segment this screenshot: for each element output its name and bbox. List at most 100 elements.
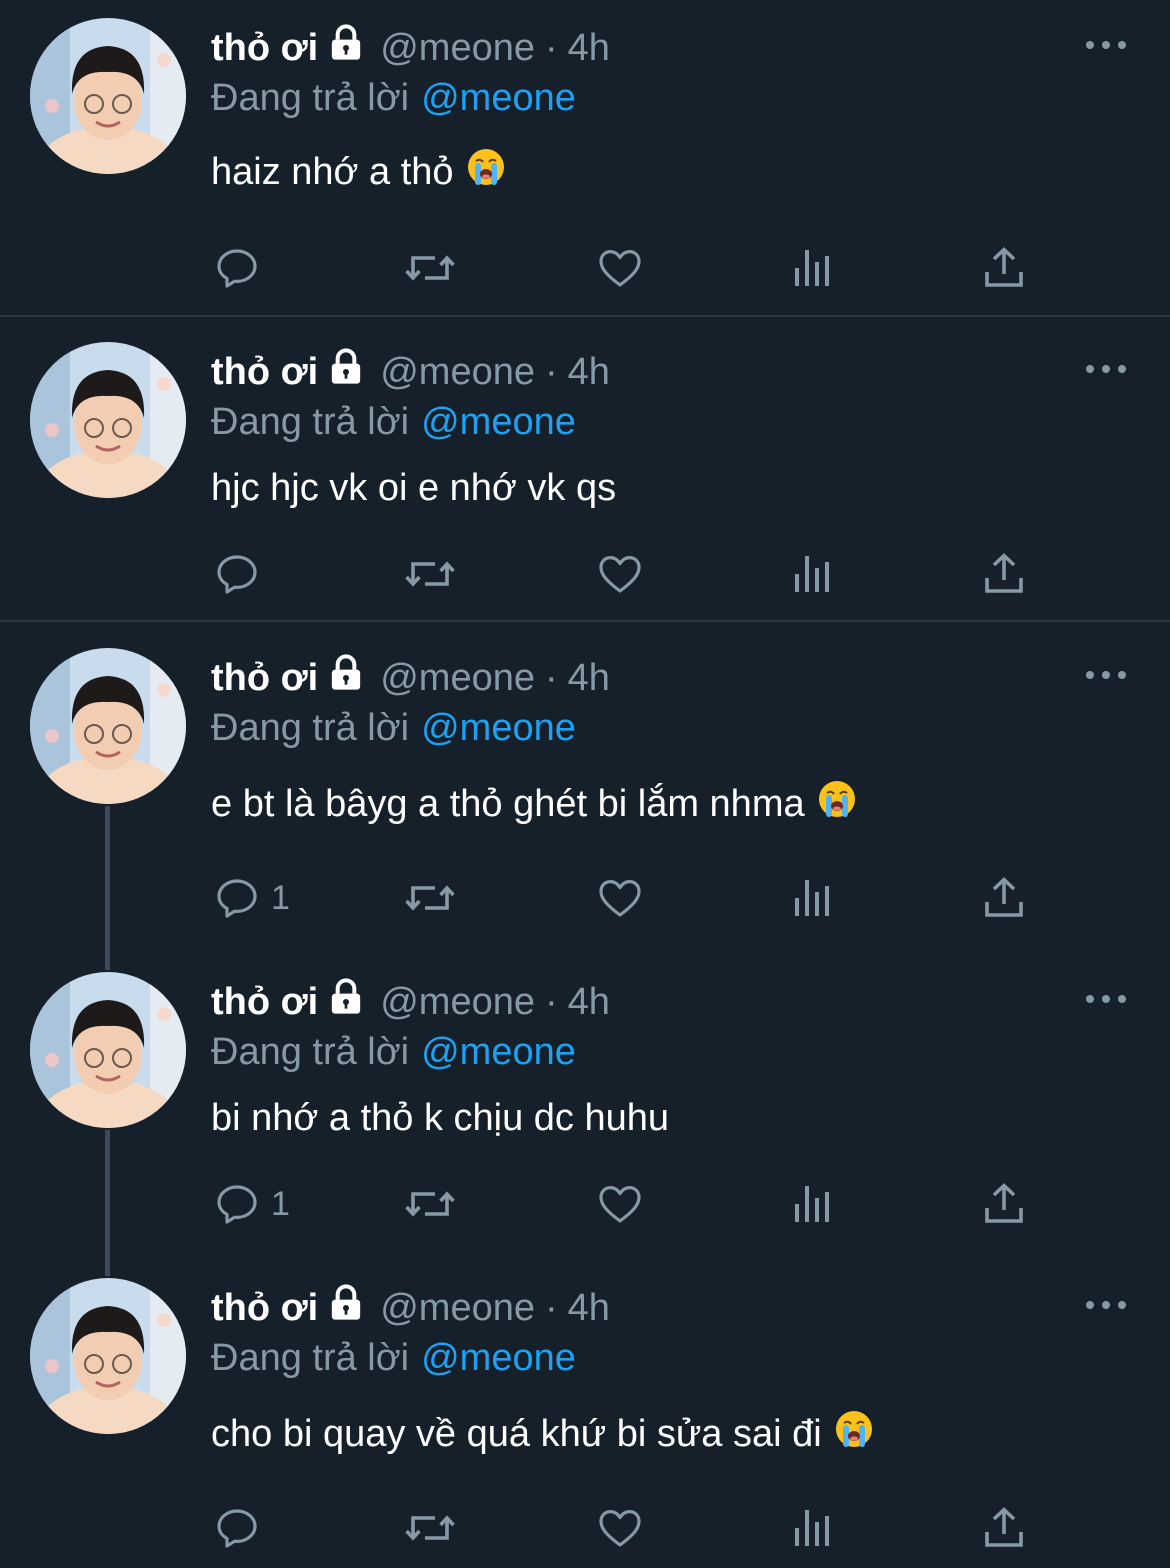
avatar[interactable] — [30, 342, 186, 498]
retweet-button[interactable] — [403, 1178, 457, 1230]
like-button[interactable] — [596, 242, 644, 294]
retweet-button[interactable] — [403, 242, 457, 294]
replying-to: Đang trả lời @meone — [211, 704, 576, 752]
retweet-icon — [403, 550, 457, 598]
retweet-button[interactable] — [403, 1502, 457, 1554]
user-handle[interactable]: @meone — [380, 27, 535, 70]
share-icon — [980, 550, 1028, 598]
reply-icon — [213, 244, 261, 292]
replying-to: Đang trả lời @meone — [211, 1334, 576, 1382]
tweet-timestamp[interactable]: 4h — [568, 351, 610, 394]
retweet-icon — [403, 874, 457, 922]
like-button[interactable] — [596, 548, 644, 600]
tweet[interactable]: thỏ ơi @meone · 4h Đang trả lời @meone c… — [0, 1278, 1170, 1558]
lock-icon — [326, 347, 366, 397]
tweet[interactable]: thỏ ơi @meone · 4h Đang trả lời @meone h… — [0, 342, 1170, 622]
avatar[interactable] — [30, 18, 186, 174]
separator-dot: · — [544, 1286, 558, 1329]
like-icon — [596, 874, 644, 922]
analytics-button[interactable] — [789, 242, 837, 294]
analytics-button[interactable] — [789, 872, 837, 924]
reply-icon — [213, 874, 261, 922]
display-name[interactable]: thỏ ơi — [211, 351, 318, 394]
analytics-button[interactable] — [789, 548, 837, 600]
share-icon — [980, 874, 1028, 922]
avatar[interactable] — [30, 972, 186, 1128]
replying-to: Đang trả lời @meone — [211, 74, 576, 122]
retweet-button[interactable] — [403, 548, 457, 600]
display-name[interactable]: thỏ ơi — [211, 657, 318, 700]
retweet-icon — [403, 244, 457, 292]
analytics-button[interactable] — [789, 1178, 837, 1230]
reply-button[interactable] — [213, 242, 261, 294]
reply-icon — [213, 550, 261, 598]
tweet-header: thỏ ơi @meone · 4h — [211, 348, 610, 396]
tweet-text: bi nhớ a thỏ k chịu dc huhu — [211, 1092, 669, 1144]
retweet-button[interactable] — [403, 872, 457, 924]
more-icon[interactable] — [1086, 35, 1126, 55]
avatar[interactable] — [30, 648, 186, 804]
like-icon — [596, 244, 644, 292]
display-name[interactable]: thỏ ơi — [211, 981, 318, 1024]
tweet-timestamp[interactable]: 4h — [568, 657, 610, 700]
reply-button[interactable] — [213, 1502, 261, 1554]
more-icon[interactable] — [1086, 989, 1126, 1009]
lock-icon — [326, 23, 366, 73]
mention-link[interactable]: @meone — [421, 707, 576, 750]
like-icon — [596, 1504, 644, 1552]
tweet-header: thỏ ơi @meone · 4h — [211, 24, 610, 72]
share-icon — [980, 1504, 1028, 1552]
separator-dot: · — [544, 350, 558, 393]
lock-icon — [326, 1283, 366, 1333]
user-handle[interactable]: @meone — [380, 981, 535, 1024]
loudly-crying-face-icon — [817, 779, 857, 829]
reply-button[interactable] — [213, 548, 261, 600]
share-button[interactable] — [980, 1502, 1028, 1554]
share-button[interactable] — [980, 872, 1028, 924]
analytics-icon — [789, 550, 837, 598]
user-handle[interactable]: @meone — [380, 351, 535, 394]
tweet-body: cho bi quay về quá khứ bi sửa sai đi — [211, 1412, 822, 1455]
tweet-timestamp[interactable]: 4h — [568, 1287, 610, 1330]
mention-link[interactable]: @meone — [421, 1031, 576, 1074]
user-handle[interactable]: @meone — [380, 657, 535, 700]
mention-link[interactable]: @meone — [421, 77, 576, 120]
tweet-timestamp[interactable]: 4h — [568, 27, 610, 70]
reply-button[interactable]: 1 — [213, 872, 290, 924]
tweet-body: hjc hjc vk oi e nhớ vk qs — [211, 466, 617, 509]
separator-dot: · — [544, 656, 558, 699]
analytics-button[interactable] — [789, 1502, 837, 1554]
tweet-timestamp[interactable]: 4h — [568, 981, 610, 1024]
lock-icon — [326, 977, 366, 1027]
share-button[interactable] — [980, 242, 1028, 294]
replying-to-label: Đang trả lời — [211, 1336, 410, 1379]
tweet-body: e bt là bâyg a thỏ ghét bi lắm nhma — [211, 782, 805, 825]
share-icon — [980, 244, 1028, 292]
share-button[interactable] — [980, 1178, 1028, 1230]
analytics-icon — [789, 244, 837, 292]
replying-to-label: Đang trả lời — [211, 1030, 410, 1073]
tweet[interactable]: thỏ ơi @meone · 4h Đang trả lời @meone e… — [0, 648, 1170, 928]
tweet-header: thỏ ơi @meone · 4h — [211, 654, 610, 702]
mention-link[interactable]: @meone — [421, 1337, 576, 1380]
tweet-header: thỏ ơi @meone · 4h — [211, 978, 610, 1026]
share-button[interactable] — [980, 548, 1028, 600]
display-name[interactable]: thỏ ơi — [211, 27, 318, 70]
like-button[interactable] — [596, 1502, 644, 1554]
like-button[interactable] — [596, 1178, 644, 1230]
separator-dot: · — [544, 980, 558, 1023]
user-handle[interactable]: @meone — [380, 1287, 535, 1330]
display-name[interactable]: thỏ ơi — [211, 1287, 318, 1330]
like-button[interactable] — [596, 872, 644, 924]
more-icon[interactable] — [1086, 359, 1126, 379]
tweet-body: haiz nhớ a thỏ — [211, 150, 454, 193]
more-icon[interactable] — [1086, 1295, 1126, 1315]
mention-link[interactable]: @meone — [421, 401, 576, 444]
tweet[interactable]: thỏ ơi @meone · 4h Đang trả lời @meone h… — [0, 18, 1170, 298]
more-icon[interactable] — [1086, 665, 1126, 685]
tweet-text: haiz nhớ a thỏ — [211, 146, 506, 198]
avatar[interactable] — [30, 1278, 186, 1434]
reply-button[interactable]: 1 — [213, 1178, 290, 1230]
tweet[interactable]: thỏ ơi @meone · 4h Đang trả lời @meone b… — [0, 972, 1170, 1252]
tweet-text: hjc hjc vk oi e nhớ vk qs — [211, 462, 616, 514]
